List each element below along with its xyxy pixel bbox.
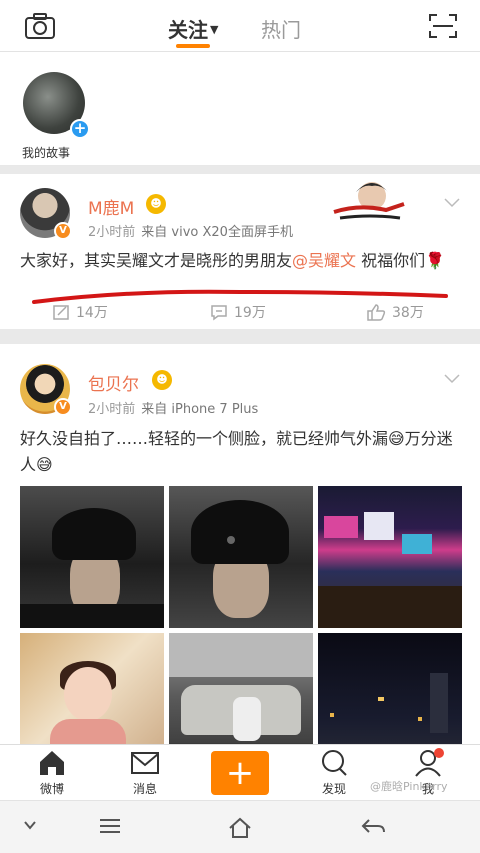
verified-badge-icon: V bbox=[54, 398, 72, 416]
like-button[interactable]: 38万 bbox=[366, 302, 424, 322]
home-icon bbox=[40, 751, 64, 775]
post-source: 来自 vivo X20全面屏手机 bbox=[141, 225, 293, 240]
back-arrow-icon[interactable] bbox=[360, 817, 386, 837]
caret-down-icon: ▼ bbox=[210, 23, 219, 36]
comment-button[interactable]: 19万 bbox=[210, 302, 266, 322]
system-nav-bar bbox=[0, 800, 480, 853]
post-meta: 2小时前 来自 vivo X20全面屏手机 bbox=[88, 221, 293, 240]
tab-hot[interactable]: 热门 bbox=[261, 14, 301, 43]
post-meta: 2小时前 来自 iPhone 7 Plus bbox=[88, 398, 258, 417]
photo-thumbnail[interactable] bbox=[318, 486, 462, 628]
post-time: 2小时前 bbox=[88, 402, 136, 417]
my-story-label: 我的故事 bbox=[22, 146, 71, 160]
post-time: 2小时前 bbox=[88, 225, 136, 240]
post-card[interactable]: V 包贝尔 ☻ 2小时前 来自 iPhone 7 Plus 好久没自拍了……轻轻的… bbox=[0, 344, 480, 775]
nav-messages[interactable]: 消息 bbox=[115, 749, 175, 797]
tab-following[interactable]: 关注 ▼ bbox=[168, 14, 218, 43]
post-actions: 14万 19万 38万 bbox=[0, 298, 480, 326]
top-bar: 关注 ▼ 热门 bbox=[0, 0, 480, 52]
vip-badge-icon: ☻ bbox=[152, 370, 172, 390]
post-text: 大家好，其实吴耀文才是晓彤的男朋友@吴耀文 祝福你们🌹 bbox=[20, 251, 446, 270]
like-icon bbox=[367, 304, 386, 321]
home-outline-icon[interactable] bbox=[228, 817, 252, 839]
photo-thumbnail[interactable] bbox=[20, 486, 164, 628]
active-tab-indicator bbox=[176, 44, 210, 48]
nav-discover[interactable]: 发现 bbox=[304, 749, 364, 797]
search-icon bbox=[322, 750, 347, 776]
notification-dot bbox=[434, 748, 444, 758]
post-text: 好久没自拍了……轻轻的一个侧脸，就已经帅气外漏😅万分迷人😅 bbox=[20, 429, 453, 474]
nav-home[interactable]: 微博 bbox=[22, 749, 82, 797]
menu-icon[interactable] bbox=[98, 817, 122, 835]
comment-icon bbox=[211, 305, 227, 321]
feed-tabs: 关注 ▼ 热门 bbox=[160, 8, 320, 48]
post-card[interactable]: V M鹿M ☻ 2小时前 来自 vivo X20全面屏手机 大家好，其实吴耀文才是… bbox=[0, 174, 480, 329]
photo-grid bbox=[20, 486, 464, 775]
stories-bar: + 我的故事 bbox=[0, 52, 480, 166]
camera-icon[interactable] bbox=[24, 12, 56, 40]
mention-link[interactable]: @吴耀文 bbox=[292, 251, 356, 270]
decoration-sticker-icon bbox=[333, 182, 405, 220]
chevron-down-icon[interactable] bbox=[22, 817, 38, 833]
chevron-down-icon[interactable] bbox=[444, 374, 460, 384]
post-username[interactable]: M鹿M bbox=[88, 194, 134, 219]
repost-button[interactable]: 14万 bbox=[52, 302, 108, 322]
post-username[interactable]: 包贝尔 bbox=[88, 370, 139, 395]
verified-badge-icon: V bbox=[54, 222, 72, 240]
vip-badge-icon: ☻ bbox=[146, 194, 166, 214]
plus-icon[interactable]: + bbox=[70, 119, 90, 139]
repost-icon bbox=[53, 305, 69, 320]
compose-button[interactable]: + bbox=[211, 751, 269, 795]
photo-thumbnail[interactable] bbox=[169, 486, 313, 628]
mail-icon bbox=[131, 752, 159, 774]
watermark: @鹿晗Pinkerry bbox=[370, 780, 448, 793]
post-source: 来自 iPhone 7 Plus bbox=[141, 402, 259, 417]
chevron-down-icon[interactable] bbox=[444, 198, 460, 208]
scan-icon[interactable] bbox=[428, 12, 458, 40]
